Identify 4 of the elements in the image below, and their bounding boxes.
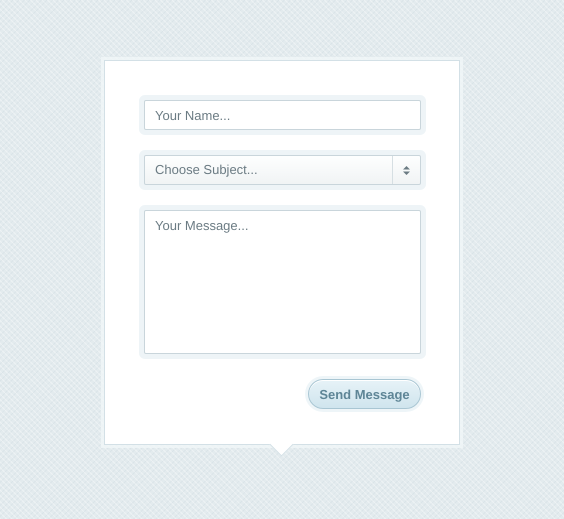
up-down-caret-icon <box>403 166 410 174</box>
name-field[interactable]: Your Name... <box>144 100 421 130</box>
send-button[interactable]: Send Message <box>308 379 421 409</box>
message-field[interactable]: Your Message... <box>144 210 421 354</box>
